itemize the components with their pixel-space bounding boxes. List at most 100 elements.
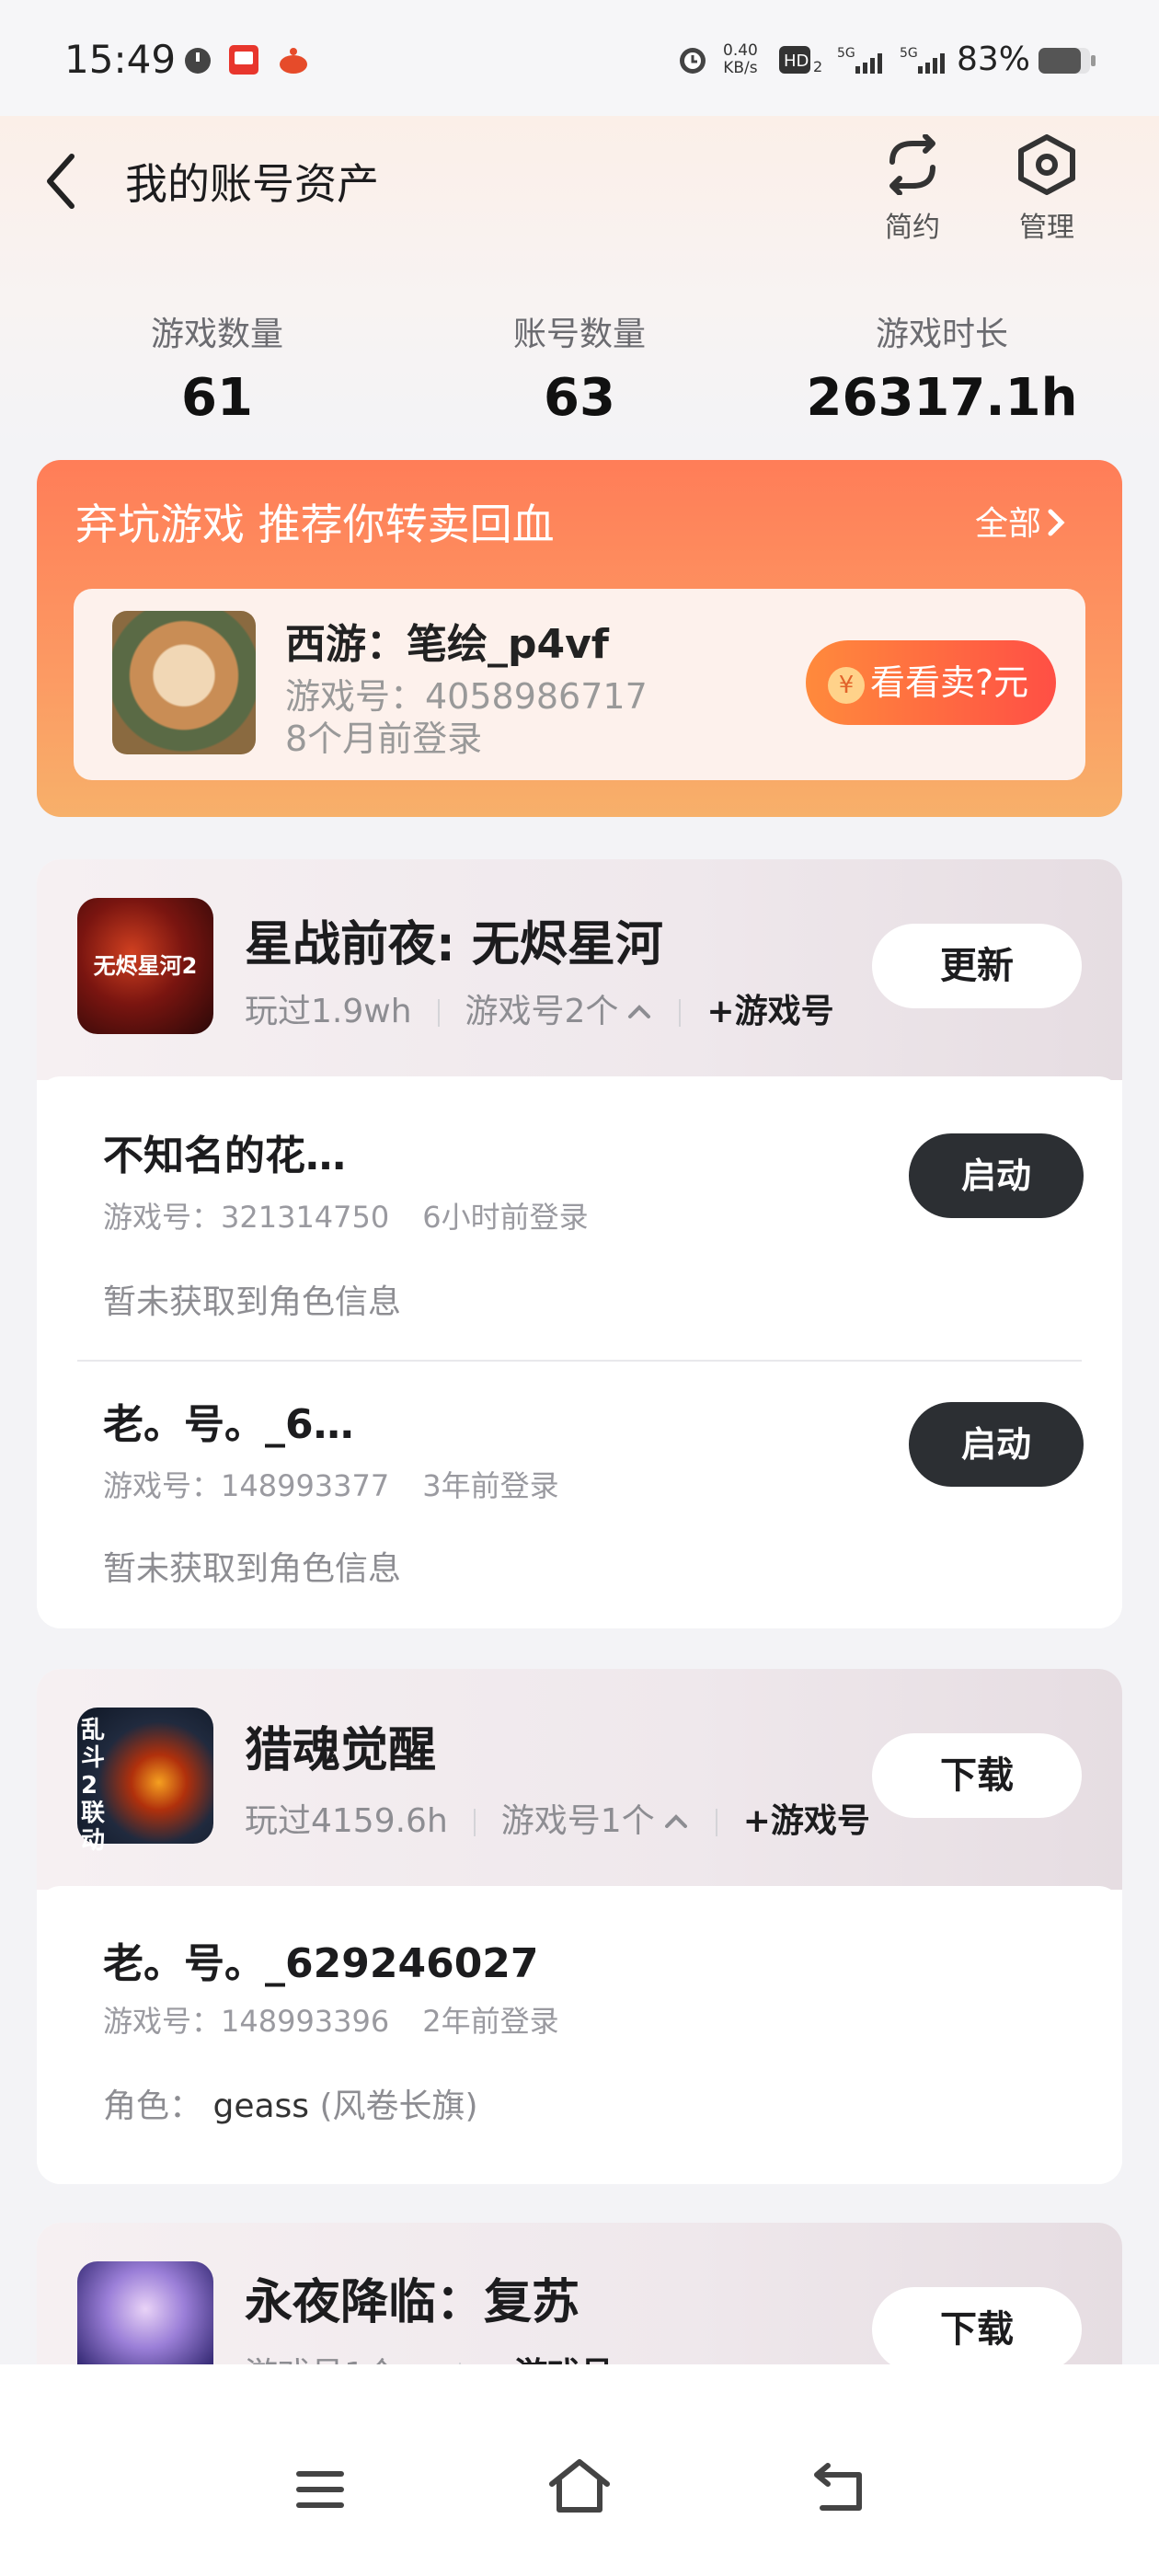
refresh-icon	[889, 133, 935, 196]
game-name: 星战前夜: 无烬星河	[245, 917, 663, 972]
alarm-icon	[680, 48, 706, 74]
game-icon-text: 无烬星河2	[93, 953, 198, 979]
menu-icon[interactable]	[293, 2466, 348, 2513]
promo-all-link[interactable]: 全部	[975, 497, 1067, 545]
back-arrow-icon[interactable]	[37, 149, 92, 213]
stat-value: 63	[544, 368, 615, 428]
accounts-count: 游戏号1个	[500, 1802, 655, 1840]
account-id: 游戏号：321314750	[103, 1200, 390, 1235]
timer-icon	[185, 48, 211, 74]
account-list: 老。号。_629246027 游戏号：148993396 2年前登录 角色： ge…	[37, 1886, 1122, 2184]
sell-price-button[interactable]: ¥ 看看卖?元	[806, 640, 1056, 725]
download-button[interactable]: 下载	[872, 2287, 1082, 2372]
role-info: 角色： geass (风卷长旗)	[103, 2079, 478, 2127]
game-name: 永夜降临：复苏	[245, 2275, 580, 2330]
status-bar: 15:49 0.40 KB/s HD 2 5G 5G 83%	[0, 0, 1159, 120]
system-nav-bar	[0, 2364, 1159, 2576]
battery-percent: 83%	[957, 40, 1031, 78]
sell-price-label: 看看卖?元	[870, 662, 1029, 703]
svg-text:5G: 5G	[900, 46, 918, 61]
game-icon-text: 乱斗2联动	[81, 1717, 106, 1855]
promo-title: 弃坑游戏 推荐你转卖回血	[75, 500, 555, 549]
role-value: geass	[212, 2087, 310, 2125]
role-server: (风卷长旗)	[319, 2087, 478, 2125]
5g-signal-icon: 5G	[900, 46, 945, 74]
divider	[679, 999, 682, 1027]
game-app-icon	[280, 48, 307, 74]
gear-icon	[1018, 134, 1075, 195]
download-button[interactable]: 下载	[872, 1733, 1082, 1818]
game-card-header[interactable]: 无烬星河2 星战前夜: 无烬星河 玩过1.9wh 游戏号2个 +游戏号 更新	[37, 859, 1122, 1080]
game-icon: 无烬星河2	[77, 898, 213, 1034]
accounts-count: 游戏号2个	[465, 993, 619, 1030]
stat-account-count: 账号数量 63	[432, 307, 727, 428]
game-card: 乱斗2联动 猎魂觉醒 玩过4159.6h 游戏号1个 +游戏号 下载 老。号。_62…	[37, 1669, 1122, 2184]
stat-label: 游戏数量	[150, 316, 283, 353]
coin-icon: ¥	[828, 666, 865, 704]
account-name: 不知名的花…	[103, 1133, 346, 1179]
account-name: 老。号。_629246027	[103, 1940, 539, 1987]
game-name: 猎魂觉醒	[245, 1723, 437, 1778]
stat-label: 账号数量	[512, 316, 646, 353]
status-time: 15:49	[64, 37, 177, 82]
account-last-login: 2年前登录	[422, 2004, 559, 2039]
net-speed-value: 0.40	[723, 41, 758, 60]
simple-view-button[interactable]: 简约	[872, 133, 953, 245]
account-last-login: 3年前登录	[422, 1468, 559, 1503]
play-time: 玩过1.9wh	[245, 993, 412, 1030]
role-info: 暂未获取到角色信息	[103, 1550, 402, 1588]
net-speed: 0.40 KB/s	[723, 42, 758, 77]
promo-all-label: 全部	[975, 505, 1042, 543]
account-name: 老。号。_6…	[103, 1401, 354, 1448]
battery-icon	[1039, 48, 1096, 74]
home-icon[interactable]	[546, 2456, 613, 2515]
start-button[interactable]: 启动	[909, 1133, 1084, 1218]
page-title: 我的账号资产	[125, 159, 379, 209]
accounts-toggle[interactable]: 游戏号2个	[465, 993, 654, 1030]
account-meta: 游戏号：321314750 6小时前登录	[103, 1194, 589, 1236]
account-last-login: 6小时前登录	[422, 1200, 589, 1235]
add-account-link[interactable]: +游戏号	[743, 1802, 870, 1840]
role-label: 角色：	[103, 2087, 203, 2125]
promo-game-name: 西游：笔绘_p4vf	[285, 621, 609, 668]
hd-icon: HD 2	[779, 46, 822, 75]
simple-view-label: 简约	[885, 212, 940, 244]
svg-text:5G: 5G	[837, 46, 855, 61]
promo-last-login: 8个月前登录	[285, 719, 483, 759]
game-meta: 玩过4159.6h 游戏号1个 +游戏号	[245, 1794, 870, 1842]
add-account-link[interactable]: +游戏号	[706, 993, 833, 1030]
chevron-right-icon	[1048, 509, 1065, 536]
divider	[437, 999, 440, 1027]
taobao-app-icon	[229, 45, 258, 75]
account-meta: 游戏号：148993396 2年前登录	[103, 1998, 559, 2041]
update-button[interactable]: 更新	[872, 924, 1082, 1008]
play-time: 玩过4159.6h	[245, 1802, 448, 1840]
game-icon: 乱斗2联动	[77, 1708, 213, 1855]
back-nav-icon[interactable]	[809, 2460, 866, 2513]
game-card-header[interactable]: 乱斗2联动 猎魂觉醒 玩过4159.6h 游戏号1个 +游戏号 下载	[37, 1669, 1122, 1890]
divider	[715, 1809, 717, 1836]
stat-label: 游戏时长	[875, 316, 1008, 353]
divider	[77, 1360, 1082, 1362]
net-speed-unit: KB/s	[723, 59, 758, 77]
stat-value: 26317.1h	[806, 368, 1078, 428]
account-id: 游戏号：148993396	[103, 2004, 390, 2039]
chevron-up-icon	[628, 1005, 651, 1018]
stat-play-time: 游戏时长 26317.1h	[795, 307, 1089, 428]
game-meta: 玩过1.9wh 游戏号2个 +游戏号	[245, 984, 834, 1032]
game-card: 无烬星河2 星战前夜: 无烬星河 玩过1.9wh 游戏号2个 +游戏号 更新 不知名…	[37, 859, 1122, 1628]
divider	[473, 1809, 476, 1836]
start-button[interactable]: 启动	[909, 1402, 1084, 1487]
manage-button[interactable]: 管理	[1006, 134, 1087, 245]
chevron-up-icon	[664, 1814, 687, 1828]
5g-signal-icon: 5G	[837, 46, 882, 74]
stat-value: 61	[181, 368, 253, 428]
account-id: 游戏号：148993377	[103, 1468, 390, 1503]
accounts-toggle[interactable]: 游戏号1个	[501, 1802, 690, 1840]
manage-label: 管理	[1019, 212, 1074, 244]
account-meta: 游戏号：148993377 3年前登录	[103, 1463, 559, 1505]
promo-game-thumbnail	[112, 611, 256, 754]
svg-text:HD: HD	[784, 52, 809, 71]
stat-game-count: 游戏数量 61	[70, 307, 364, 428]
role-info: 暂未获取到角色信息	[103, 1283, 402, 1321]
